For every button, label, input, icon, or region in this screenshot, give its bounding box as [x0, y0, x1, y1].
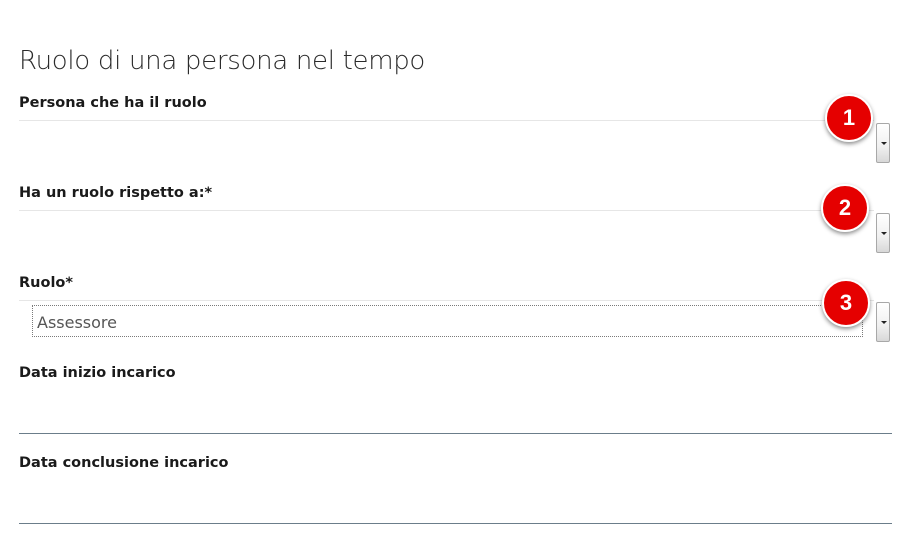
- form-title: Ruolo di una persona nel tempo: [19, 46, 426, 76]
- input-underline: [19, 433, 892, 434]
- field-label-data-conclusione: Data conclusione incarico: [19, 455, 229, 471]
- annotation-badge-1: 1: [825, 94, 873, 142]
- field-label-ruolo-rispetto: Ha un ruolo rispetto a:*: [19, 185, 213, 201]
- ruolo-selected-value: Assessore: [37, 313, 117, 332]
- ruolo-dropdown-button[interactable]: [876, 302, 890, 342]
- persona-dropdown-button[interactable]: [876, 123, 890, 163]
- rispetto-dropdown-button[interactable]: [876, 213, 890, 253]
- persona-select[interactable]: [19, 121, 874, 161]
- field-divider: [19, 300, 874, 301]
- caret-down-icon: [881, 232, 887, 235]
- ruolo-select[interactable]: Assessore: [32, 305, 863, 337]
- caret-down-icon: [881, 142, 887, 145]
- rispetto-select[interactable]: [19, 211, 874, 251]
- field-label-ruolo: Ruolo*: [19, 275, 73, 291]
- annotation-badge-2: 2: [821, 184, 869, 232]
- input-underline: [19, 523, 892, 524]
- field-label-persona: Persona che ha il ruolo: [19, 95, 207, 111]
- data-conclusione-input[interactable]: [19, 482, 892, 522]
- field-label-data-inizio: Data inizio incarico: [19, 365, 176, 381]
- data-inizio-input[interactable]: [19, 392, 892, 432]
- annotation-badge-3: 3: [822, 279, 870, 327]
- caret-down-icon: [881, 321, 887, 324]
